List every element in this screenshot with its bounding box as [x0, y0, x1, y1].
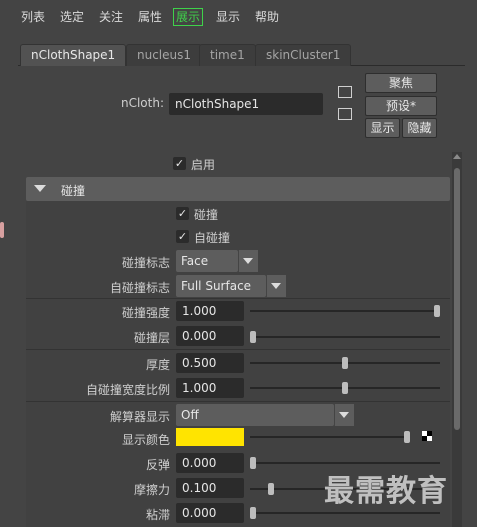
collision-flag-label: 碰撞标志: [121, 256, 170, 270]
focus-button[interactable]: 聚焦: [365, 73, 437, 93]
self-collide-width-slider-handle[interactable]: [342, 382, 348, 394]
tab-nclothshape1[interactable]: nClothShape1: [20, 44, 127, 66]
scrollbar-thumb[interactable]: [454, 168, 460, 430]
menu-display[interactable]: 显示: [216, 8, 240, 26]
thickness-slider-handle[interactable]: [342, 357, 348, 369]
bounce-slider-track[interactable]: [250, 462, 440, 464]
stickiness-slider-track[interactable]: [250, 512, 440, 514]
enable-label: 启用: [191, 158, 216, 172]
color-picker-checker-icon[interactable]: [422, 431, 432, 441]
collapse-arrow-icon[interactable]: [34, 185, 46, 192]
display-color-slider-handle[interactable]: [404, 431, 410, 443]
collision-layer-slider-handle[interactable]: [250, 331, 256, 343]
menu-attributes[interactable]: 属性: [138, 8, 162, 26]
collide-strength-slider-handle[interactable]: [434, 305, 440, 317]
display-color-swatch[interactable]: [176, 428, 244, 446]
self-collide-checkbox[interactable]: ✓: [176, 230, 189, 243]
collide-label: 碰撞: [194, 208, 219, 222]
menu-bar: 列表 选定 关注 属性 展示 显示 帮助: [0, 0, 477, 34]
stickiness-field[interactable]: 0.000: [176, 503, 244, 523]
presets-button[interactable]: 预设*: [365, 96, 437, 116]
display-color-slider-track[interactable]: [250, 436, 410, 438]
menu-show[interactable]: 展示: [173, 8, 204, 26]
solver-display-label: 解算器显示: [109, 410, 170, 424]
collision-flag-dropdown[interactable]: Face: [176, 250, 238, 272]
chevron-down-icon: [339, 412, 349, 418]
divider: [26, 401, 450, 402]
scroll-up-icon[interactable]: [453, 154, 461, 159]
stickiness-slider-handle[interactable]: [250, 507, 256, 519]
collision-layer-field[interactable]: 0.000: [176, 326, 244, 346]
bounce-slider-handle[interactable]: [250, 457, 256, 469]
chevron-down-icon: [271, 283, 281, 289]
menu-select[interactable]: 选定: [60, 8, 84, 26]
tab-skincluster1[interactable]: skinCluster1: [255, 44, 352, 66]
collide-strength-field[interactable]: 1.000: [176, 301, 244, 321]
input-connection-icon[interactable]: [338, 86, 352, 98]
menu-list[interactable]: 列表: [21, 8, 45, 26]
self-collide-width-field[interactable]: 1.000: [176, 378, 244, 398]
output-connection-icon[interactable]: [338, 108, 352, 120]
friction-label: 摩擦力: [133, 483, 170, 497]
menu-focus[interactable]: 关注: [99, 8, 123, 26]
collisions-section-header[interactable]: [26, 177, 450, 201]
hide-button[interactable]: 隐藏: [402, 118, 437, 138]
thickness-field[interactable]: 0.500: [176, 353, 244, 373]
collide-checkbox[interactable]: ✓: [176, 207, 189, 220]
watermark: 最需教育: [324, 474, 448, 509]
viewport-edge-fragment: [0, 222, 4, 238]
section-title: 碰撞: [61, 184, 86, 198]
self-collision-flag-dropdown[interactable]: Full Surface: [176, 275, 266, 297]
stickiness-label: 粘滞: [145, 508, 170, 522]
tab-strip: nClothShape1 nucleus1 time1 skinCluster1: [18, 42, 465, 66]
node-name-label: nCloth:: [120, 96, 164, 110]
bounce-label: 反弹: [145, 458, 170, 472]
node-name-field[interactable]: nClothShape1: [169, 93, 323, 115]
solver-display-dropdown[interactable]: Off: [176, 404, 334, 426]
divider: [26, 349, 450, 350]
thickness-label: 厚度: [145, 358, 170, 372]
enable-checkbox[interactable]: ✓: [173, 157, 186, 170]
menu-help[interactable]: 帮助: [255, 8, 279, 26]
collide-strength-slider-track[interactable]: [250, 310, 440, 312]
self-collide-width-label: 自碰撞宽度比例: [85, 383, 170, 397]
self-collide-label: 自碰撞: [194, 231, 231, 245]
bounce-field[interactable]: 0.000: [176, 453, 244, 473]
display-color-label: 显示颜色: [121, 433, 170, 447]
chevron-down-icon: [243, 258, 253, 264]
friction-field[interactable]: 0.100: [176, 478, 244, 498]
tab-nucleus1[interactable]: nucleus1: [126, 44, 203, 66]
show-button[interactable]: 显示: [365, 118, 400, 138]
self-collision-flag-label: 自碰撞标志: [109, 281, 170, 295]
collide-strength-label: 碰撞强度: [121, 306, 170, 320]
collision-layer-label: 碰撞层: [133, 331, 170, 345]
collision-layer-slider-track[interactable]: [250, 336, 440, 338]
friction-slider-handle[interactable]: [268, 483, 275, 495]
tab-time1[interactable]: time1: [199, 44, 256, 66]
divider: [26, 298, 450, 299]
